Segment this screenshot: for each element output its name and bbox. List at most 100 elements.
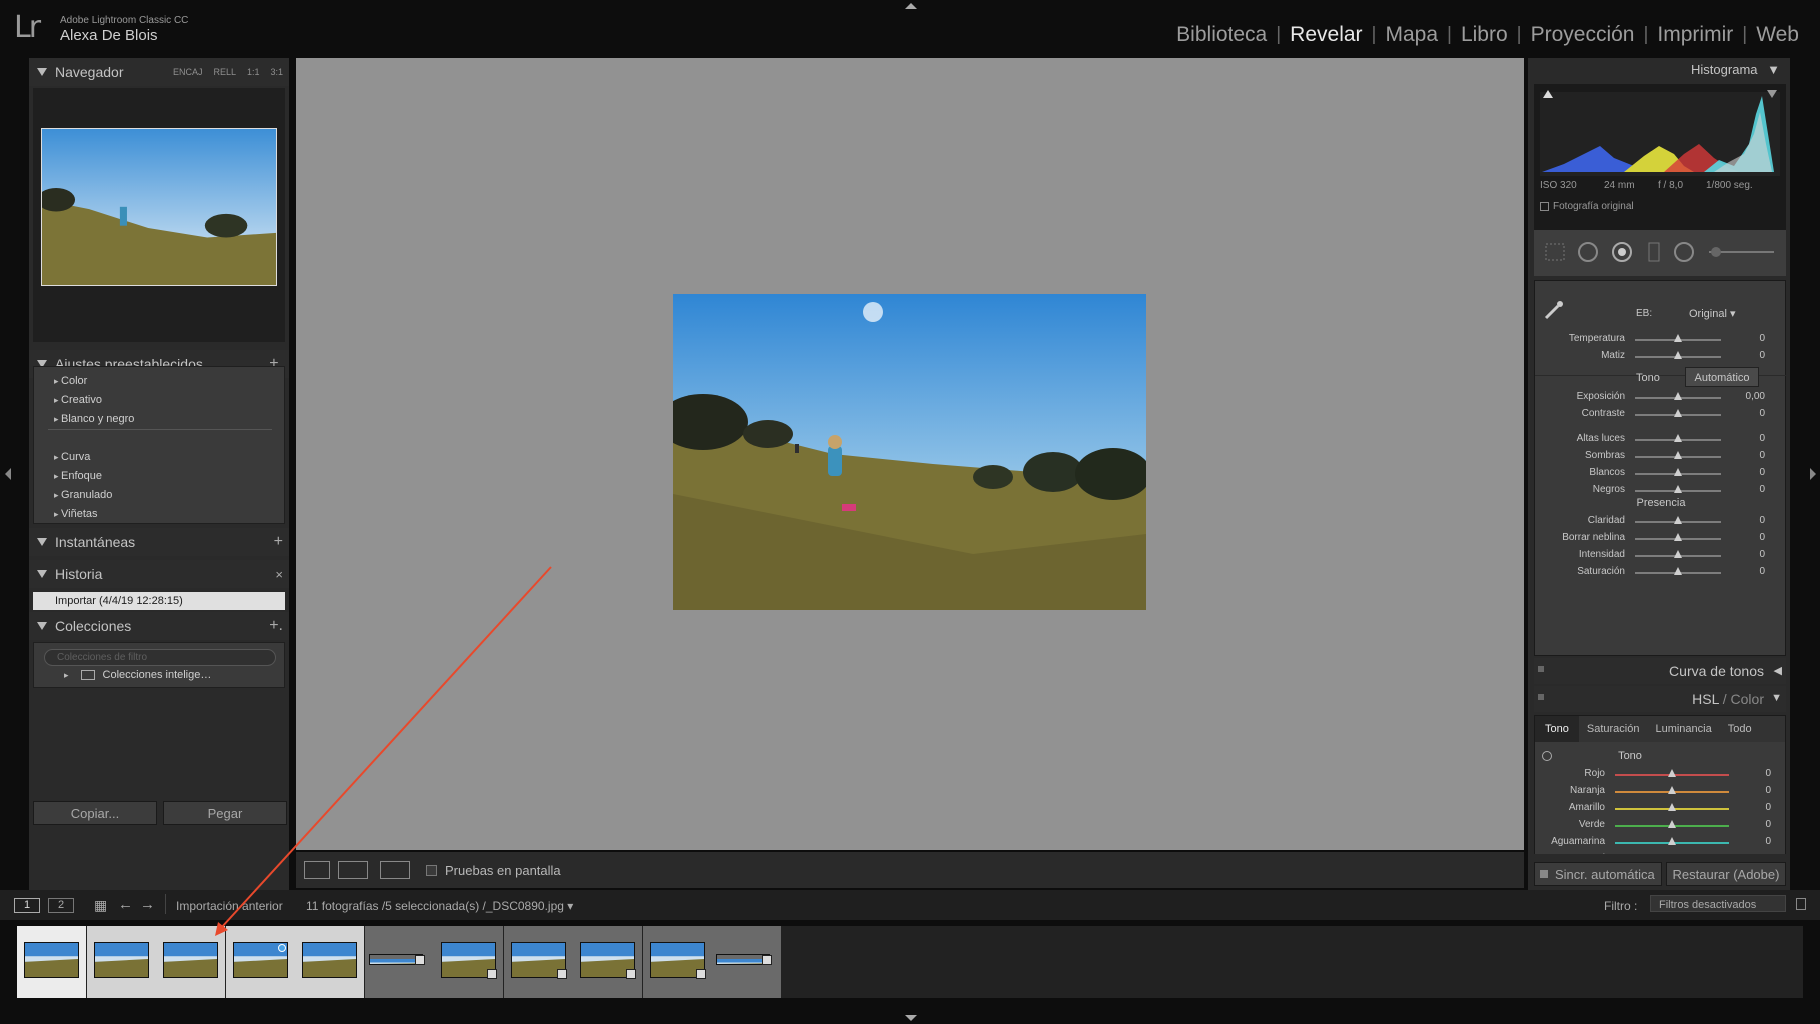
module-biblioteca[interactable]: Biblioteca: [1167, 23, 1276, 47]
slider-row[interactable]: Rojo 0: [1584, 768, 1789, 782]
slider-handle[interactable]: [1674, 485, 1682, 493]
filmstrip-thumbnail[interactable]: [225, 926, 295, 998]
slider-row[interactable]: Blancos 0: [1589, 467, 1781, 481]
history-item[interactable]: Importar (4/4/19 12:28:15): [33, 592, 285, 610]
preset-folder-granulado[interactable]: Granulado: [54, 489, 112, 501]
slider-row[interactable]: Contraste 0: [1582, 408, 1781, 422]
filmstrip-thumbnail[interactable]: [573, 926, 642, 998]
preset-folder-color[interactable]: Color: [54, 375, 87, 387]
slider-handle[interactable]: [1674, 351, 1682, 359]
slider-value[interactable]: 0: [1733, 819, 1771, 830]
slider-row[interactable]: Temperatura 0: [1569, 333, 1781, 347]
hsl-header[interactable]: HSL / Color ▼: [1534, 686, 1786, 712]
slider-row[interactable]: Negros 0: [1593, 484, 1781, 498]
slider-handle[interactable]: [1674, 516, 1682, 524]
forward-arrow-icon[interactable]: →: [140, 896, 155, 913]
slider-handle[interactable]: [1674, 567, 1682, 575]
second-window-button[interactable]: 2: [48, 898, 74, 913]
slider-value[interactable]: 0: [1725, 549, 1765, 560]
module-libro[interactable]: Libro: [1452, 23, 1517, 47]
slider-value[interactable]: 0: [1725, 408, 1765, 419]
slider-row[interactable]: Altas luces 0: [1577, 433, 1781, 447]
slider-handle[interactable]: [1674, 409, 1682, 417]
slider-value[interactable]: 0: [1725, 532, 1765, 543]
slider-value[interactable]: 0: [1725, 350, 1765, 361]
filmstrip-thumbnail[interactable]: [86, 926, 156, 998]
slider-value[interactable]: 0: [1733, 768, 1771, 779]
slider-value[interactable]: 0: [1725, 515, 1765, 526]
slider-handle[interactable]: [1674, 392, 1682, 400]
slider-handle[interactable]: [1668, 769, 1676, 777]
hsl-tab-todo[interactable]: Todo: [1720, 716, 1760, 742]
slider-handle[interactable]: [1674, 451, 1682, 459]
hsl-tab-hsl[interactable]: HSL: [1692, 691, 1719, 707]
slider-value[interactable]: 0: [1733, 785, 1771, 796]
filmstrip-thumbnail[interactable]: [364, 926, 434, 998]
original-photo-toggle[interactable]: Fotografía original: [1540, 201, 1634, 212]
slider-row[interactable]: Intensidad 0: [1579, 549, 1781, 563]
main-photo[interactable]: [673, 294, 1146, 610]
slider-row[interactable]: Claridad 0: [1588, 515, 1781, 529]
filmstrip-thumbnail[interactable]: [503, 926, 573, 998]
navigator-preview-image[interactable]: [41, 128, 277, 286]
source-label[interactable]: Importación anterior: [176, 899, 283, 913]
slider-handle[interactable]: [1668, 803, 1676, 811]
module-web[interactable]: Web: [1747, 23, 1808, 47]
slider-value[interactable]: 0: [1733, 802, 1771, 813]
slider-handle[interactable]: [1668, 786, 1676, 794]
slider-handle[interactable]: [1674, 550, 1682, 558]
slider-value[interactable]: 0: [1733, 836, 1771, 847]
add-snapshot-icon[interactable]: +: [274, 533, 283, 551]
filmstrip-thumbnail[interactable]: [434, 926, 503, 998]
smart-collections-set[interactable]: ▸ Colecciones intelige…: [64, 669, 211, 681]
histogram[interactable]: ISO 320 24 mm f / 8,0 1/800 seg. Fotogra…: [1534, 84, 1786, 244]
panel-switch-icon[interactable]: [1538, 694, 1544, 700]
slider-value[interactable]: 0,00: [1725, 391, 1765, 402]
slider-row[interactable]: Naranja 0: [1570, 785, 1789, 799]
slider-handle[interactable]: [1674, 434, 1682, 442]
preset-folder-enfoque[interactable]: Enfoque: [54, 470, 102, 482]
hsl-tab-luminancia[interactable]: Luminancia: [1647, 716, 1719, 742]
slider-row[interactable]: Aguamarina 0: [1551, 836, 1789, 850]
clear-history-icon[interactable]: ×: [275, 567, 283, 582]
module-revelar[interactable]: Revelar: [1281, 23, 1371, 47]
loupe-view-icon[interactable]: [304, 861, 330, 879]
wb-dropdown[interactable]: Original ▾: [1689, 307, 1735, 320]
zoom-3-1[interactable]: 3:1: [270, 67, 283, 77]
left-panel-toggle-icon[interactable]: [5, 468, 11, 480]
preset-folder-creativo[interactable]: Creativo: [54, 394, 102, 406]
slider-handle[interactable]: [1674, 533, 1682, 541]
right-panel-toggle-icon[interactable]: [1810, 468, 1816, 480]
slider-row[interactable]: Verde 0: [1579, 819, 1789, 833]
filmstrip-info[interactable]: 11 fotografías /5 seleccionada(s) /_DSC0…: [306, 899, 573, 913]
slider-handle[interactable]: [1674, 468, 1682, 476]
module-imprimir[interactable]: Imprimir: [1648, 23, 1742, 47]
history-header[interactable]: Historia ×: [29, 560, 289, 588]
collections-filter-input[interactable]: Colecciones de filtro: [44, 649, 276, 666]
filmstrip-thumbnail[interactable]: [17, 926, 86, 998]
preset-folder-bw[interactable]: Blanco y negro: [54, 413, 134, 425]
hsl-tab-tono[interactable]: Tono: [1535, 716, 1579, 742]
slider-row[interactable]: Saturación 0: [1577, 566, 1781, 580]
slider-value[interactable]: 0: [1725, 566, 1765, 577]
auto-sync-button[interactable]: Sincr. automática: [1534, 862, 1662, 886]
reset-button[interactable]: Restaurar (Adobe): [1666, 862, 1786, 886]
copy-button[interactable]: Copiar...: [33, 801, 157, 825]
zoom-fit[interactable]: ENCAJ: [173, 67, 203, 77]
filmstrip-thumbnail[interactable]: [156, 926, 225, 998]
sync-toggle-icon[interactable]: [1540, 870, 1548, 878]
slider-row[interactable]: Exposición 0,00: [1577, 391, 1781, 405]
slider-row[interactable]: Matiz 0: [1601, 350, 1781, 364]
filmstrip-thumbnail[interactable]: [642, 926, 712, 998]
original-checkbox[interactable]: [1540, 202, 1549, 211]
slider-row[interactable]: Sombras 0: [1585, 450, 1781, 464]
slider-value[interactable]: 0: [1725, 450, 1765, 461]
hsl-tab-color[interactable]: Color: [1731, 691, 1764, 707]
soft-proof-checkbox[interactable]: [426, 864, 437, 876]
bottom-panel-toggle-icon[interactable]: [905, 1015, 917, 1021]
zoom-fill[interactable]: RELL: [213, 67, 236, 77]
slider-handle[interactable]: [1668, 820, 1676, 828]
hsl-tab-saturacion[interactable]: Saturación: [1579, 716, 1648, 742]
slider-value[interactable]: 0: [1725, 484, 1765, 495]
before-after-tb-icon[interactable]: [380, 861, 410, 879]
